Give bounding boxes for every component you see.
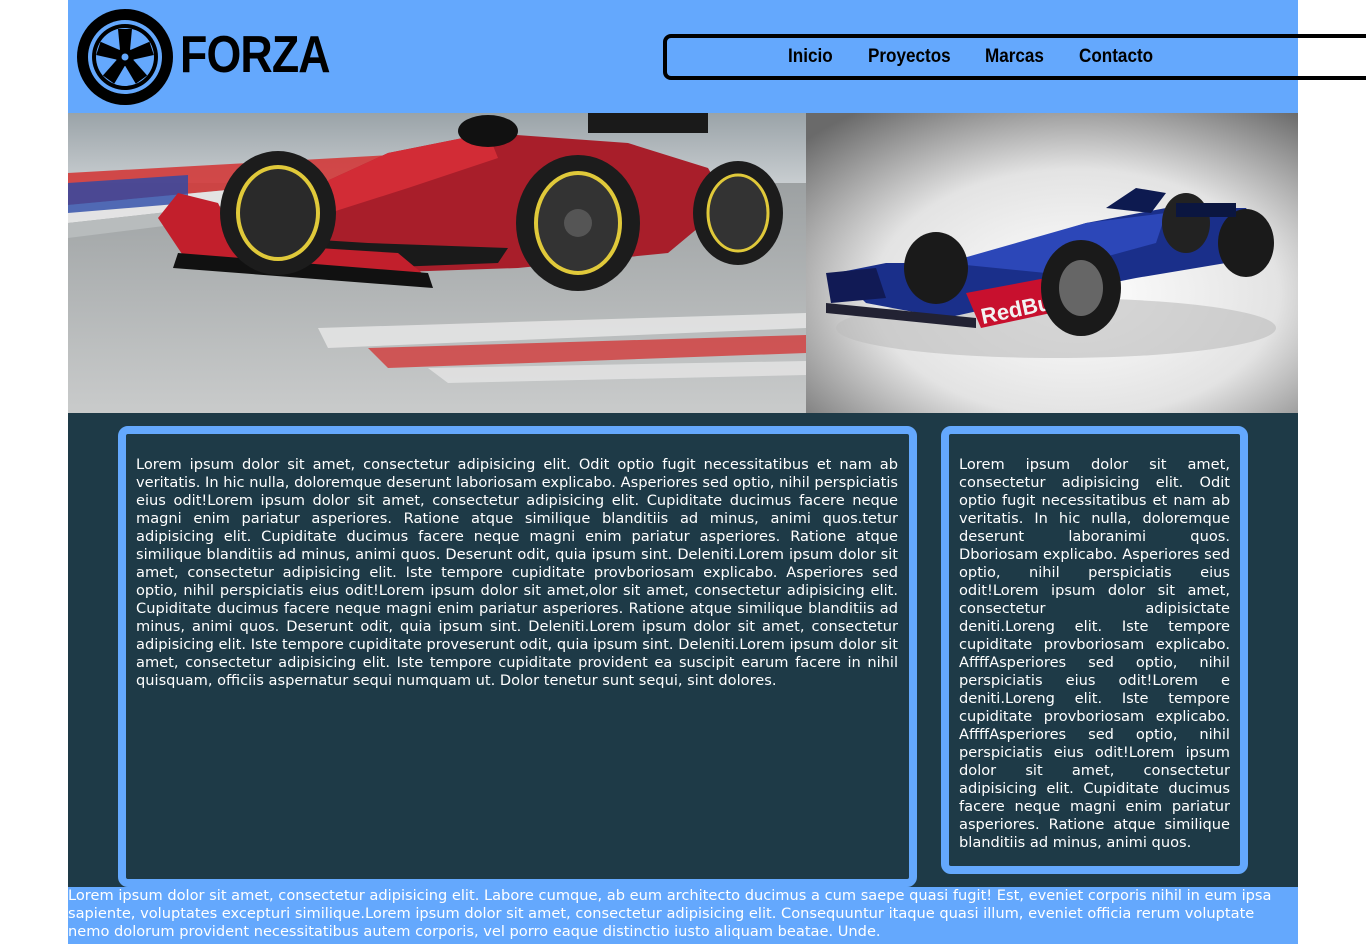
site-footer: Lorem ipsum dolor sit amet, consectetur … <box>68 887 1298 944</box>
page: FORZA Inicio Proyectos Marcas Contacto R… <box>68 0 1366 944</box>
main-nav: Inicio Proyectos Marcas Contacto <box>663 34 1366 80</box>
site-header: FORZA Inicio Proyectos Marcas Contacto <box>68 0 1366 113</box>
nav-item-marcas[interactable]: Marcas <box>985 45 1044 69</box>
content-box-left: Lorem ipsum dolor sit amet, consectetur … <box>118 426 917 887</box>
wheel-logo-icon[interactable] <box>76 8 174 106</box>
brand-name: FORZA <box>180 26 331 84</box>
content-box-right: Lorem ipsum dolor sit amet, consectetur … <box>941 426 1248 874</box>
content-text-left: Lorem ipsum dolor sit amet, consectetur … <box>136 456 898 689</box>
nav-item-contacto[interactable]: Contacto <box>1079 45 1153 69</box>
nav-item-proyectos[interactable]: Proyectos <box>868 45 951 69</box>
content-text-right: Lorem ipsum dolor sit amet, consectetur … <box>959 456 1230 851</box>
hero-image-right: RedBull <box>806 113 1298 413</box>
footer-text: Lorem ipsum dolor sit amet, consectetur … <box>68 887 1272 940</box>
main-content: Lorem ipsum dolor sit amet, consectetur … <box>68 413 1298 887</box>
nav-item-inicio[interactable]: Inicio <box>788 45 833 69</box>
hero-image-left <box>68 113 806 413</box>
